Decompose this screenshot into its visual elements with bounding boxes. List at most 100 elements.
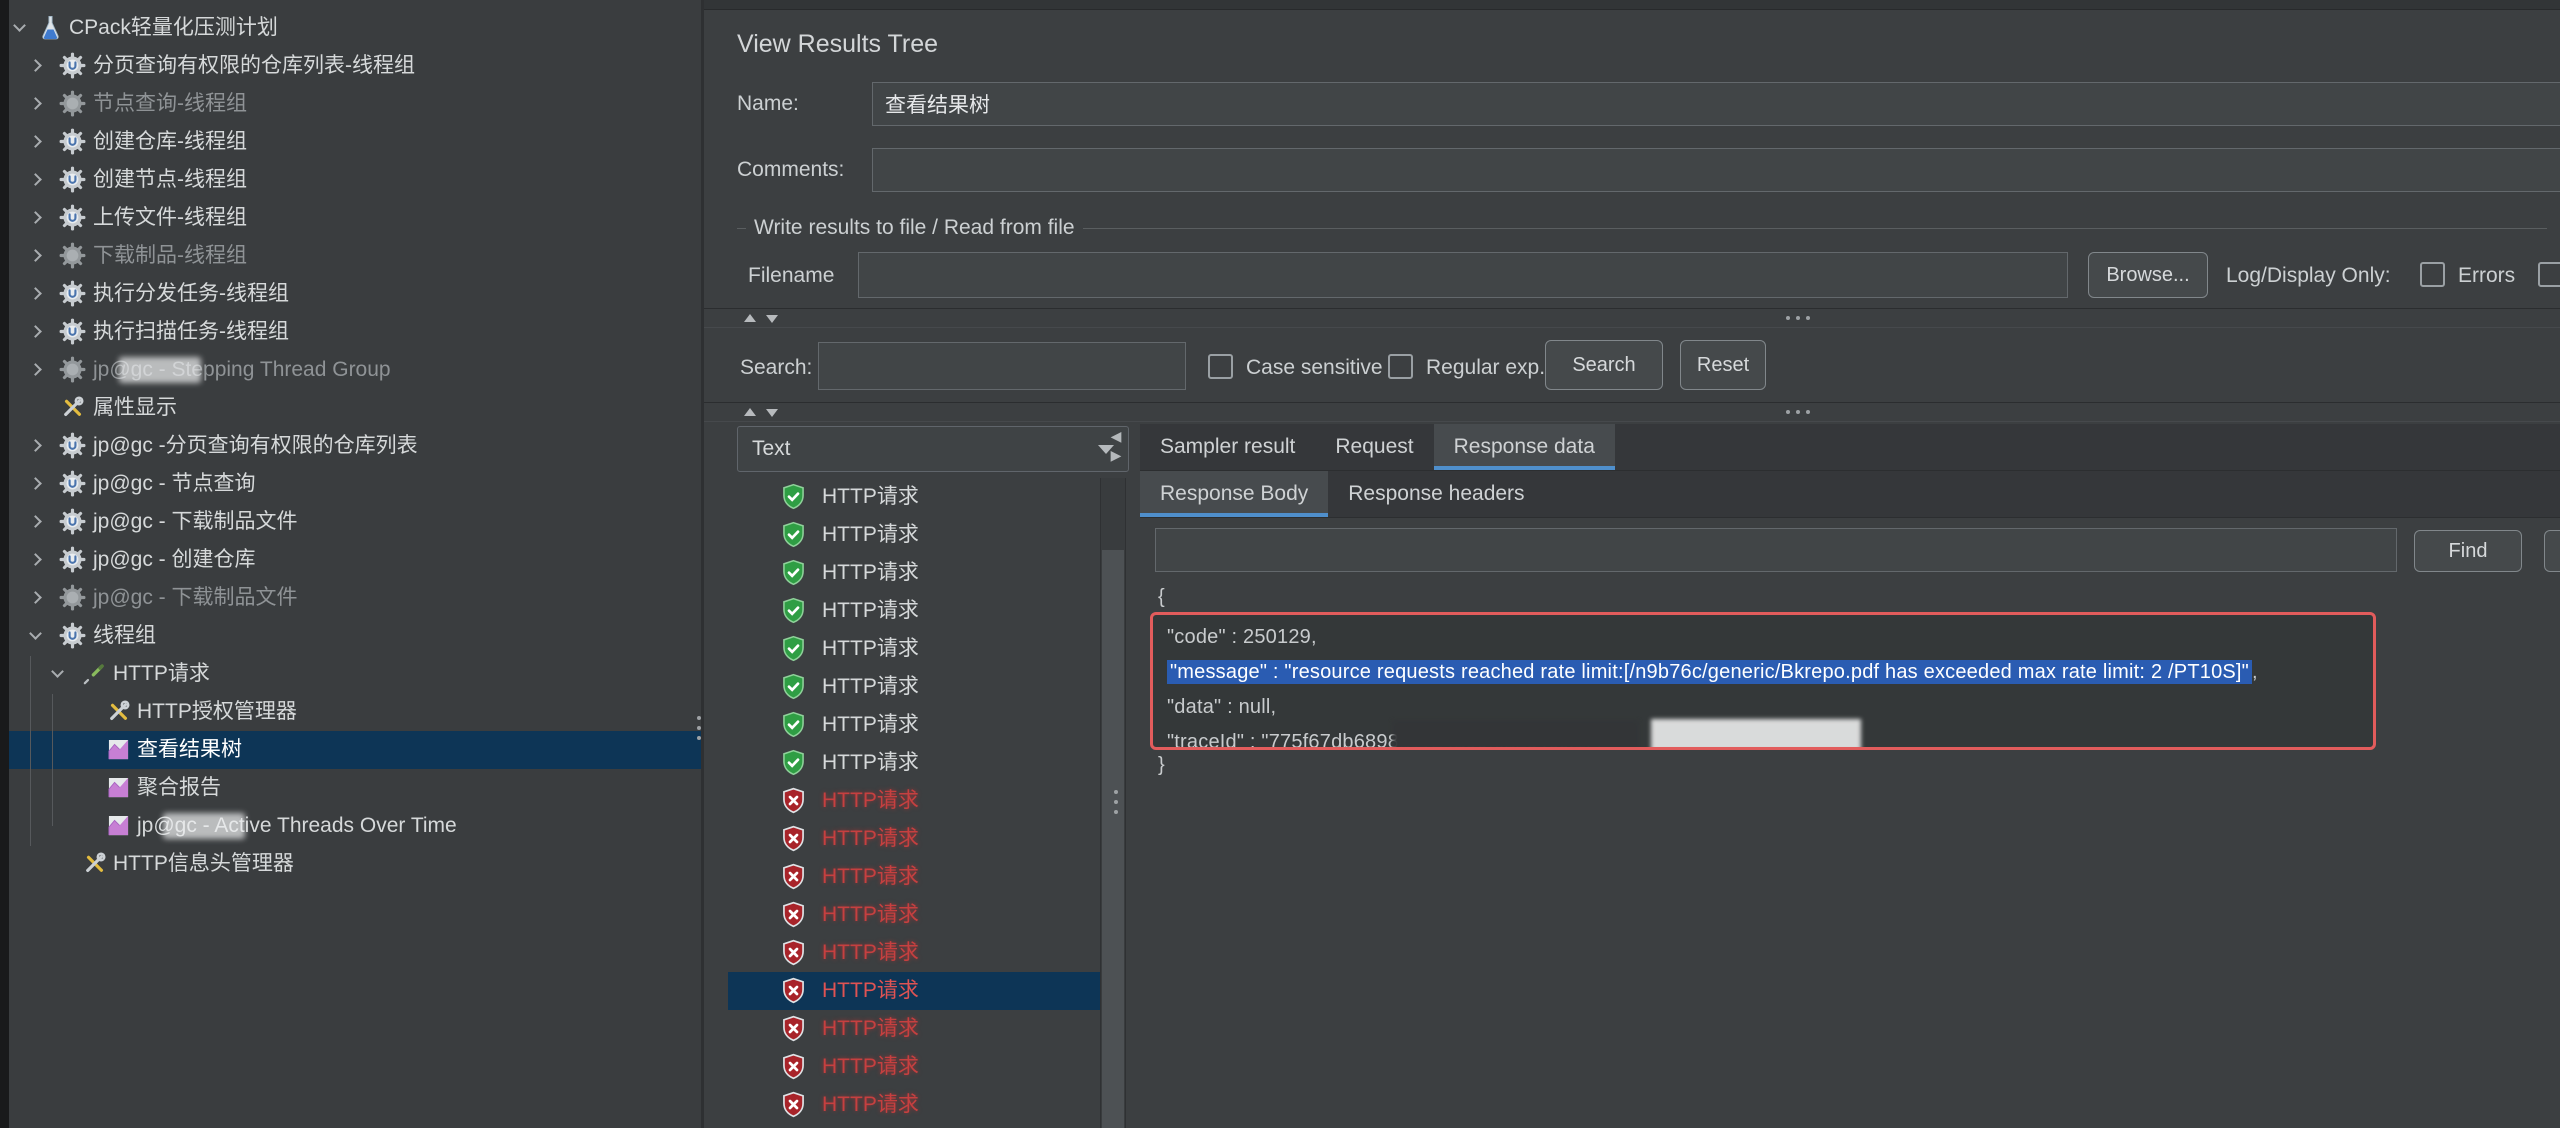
chevron-right-icon[interactable] — [29, 515, 42, 528]
tree-item[interactable]: 线程组 — [9, 617, 701, 655]
result-item-success[interactable]: HTTP请求 — [728, 706, 1100, 744]
result-item-success[interactable]: HTTP请求 — [728, 744, 1100, 782]
regular-exp-checkbox[interactable] — [1388, 354, 1413, 379]
panel-splitter-vertical[interactable] — [701, 0, 704, 1128]
tree-item[interactable]: CPack轻量化压测计划 — [9, 9, 701, 47]
result-item-error[interactable]: HTTP请求 — [728, 1086, 1100, 1124]
results-display-dropdown[interactable]: Text — [737, 426, 1129, 472]
tree-item[interactable]: jp@gc - Stepping Thread Group — [9, 351, 701, 389]
dropdown-value: Text — [752, 437, 791, 461]
result-item-error[interactable]: HTTP请求 — [728, 934, 1100, 972]
chevron-right-icon[interactable] — [29, 477, 42, 490]
result-item-success[interactable]: HTTP请求 — [728, 516, 1100, 554]
tree-item[interactable]: jp@gc - Active Threads Over Time — [9, 807, 701, 845]
result-item-success[interactable]: HTTP请求 — [728, 668, 1100, 706]
tree-item[interactable]: HTTP请求 — [9, 655, 701, 693]
chevron-right-icon[interactable] — [29, 249, 42, 262]
search-input[interactable] — [818, 342, 1186, 390]
chevron-right-icon[interactable] — [29, 553, 42, 566]
result-item-label: HTTP请求 — [822, 1016, 919, 1042]
result-item-success[interactable]: HTTP请求 — [728, 592, 1100, 630]
name-input[interactable] — [872, 82, 2560, 126]
result-item-error[interactable]: HTTP请求 — [728, 896, 1100, 934]
chevron-down-icon[interactable] — [51, 665, 64, 678]
chevron-right-icon[interactable] — [29, 59, 42, 72]
tree-item[interactable]: jp@gc - 下载制品文件 — [9, 579, 701, 617]
tree-item[interactable]: 执行扫描任务-线程组 — [9, 313, 701, 351]
errors-checkbox[interactable] — [2420, 262, 2445, 287]
tab-response-headers[interactable]: Response headers — [1328, 471, 1544, 517]
tree-item[interactable]: jp@gc - 节点查询 — [9, 465, 701, 503]
splitter-collapse-up-icon[interactable] — [744, 408, 756, 416]
gear-disabled-icon — [59, 584, 86, 611]
successes-checkbox-partial[interactable] — [2538, 262, 2560, 287]
tab-response-body[interactable]: Response Body — [1140, 471, 1328, 517]
chevron-right-icon[interactable] — [29, 135, 42, 148]
tree-item[interactable]: jp@gc - 下载制品文件 — [9, 503, 701, 541]
result-item-error[interactable]: HTTP请求 — [728, 1048, 1100, 1086]
tree-item[interactable]: 下载制品-线程组 — [9, 237, 701, 275]
splitter-collapse-down-icon[interactable] — [766, 409, 778, 417]
tab-sampler-result[interactable]: Sampler result — [1140, 424, 1315, 470]
splitter-handle-dots[interactable] — [1786, 410, 1810, 414]
splitter-collapse-up-icon[interactable] — [744, 314, 756, 322]
chevron-right-icon[interactable] — [29, 591, 42, 604]
result-item-error[interactable]: HTTP请求 — [728, 858, 1100, 896]
result-item-success[interactable]: HTTP请求 — [728, 478, 1100, 516]
tree-item[interactable]: jp@gc - 创建仓库 — [9, 541, 701, 579]
tree-item[interactable]: 节点查询-线程组 — [9, 85, 701, 123]
tree-item[interactable]: 聚合报告 — [9, 769, 701, 807]
splitter-collapse-down-icon[interactable] — [766, 315, 778, 323]
chevron-down-icon[interactable] — [13, 19, 26, 32]
result-item-error[interactable]: HTTP请求 — [728, 1124, 1100, 1128]
chevron-right-icon[interactable] — [29, 325, 42, 338]
result-item-success[interactable]: HTTP请求 — [728, 554, 1100, 592]
chart-icon — [105, 736, 132, 763]
result-item-success[interactable]: HTTP请求 — [728, 630, 1100, 668]
find-input[interactable] — [1155, 528, 2397, 572]
result-item-error[interactable]: HTTP请求 — [728, 820, 1100, 858]
search-button[interactable]: Search — [1545, 340, 1663, 390]
tree-item-label: 创建仓库-线程组 — [93, 129, 247, 155]
tree-item[interactable]: HTTP授权管理器 — [9, 693, 701, 731]
sampler-icon — [81, 660, 108, 687]
chevron-right-icon[interactable] — [29, 439, 42, 452]
browse-button[interactable]: Browse... — [2088, 252, 2208, 298]
comments-input[interactable] — [872, 148, 2560, 192]
find-next-button-partial[interactable] — [2544, 530, 2560, 572]
result-item-error[interactable]: HTTP请求 — [728, 972, 1100, 1010]
splitter-handle-dots[interactable] — [1114, 790, 1118, 814]
panel-collapse-arrows[interactable]: ◀ ▶ — [1104, 428, 1128, 464]
filename-input[interactable] — [858, 252, 2068, 298]
splitter-handle-dots[interactable] — [1786, 316, 1810, 320]
collapse-right-icon[interactable]: ▶ — [1111, 447, 1122, 464]
tree-item[interactable]: 属性显示 — [9, 389, 701, 427]
result-item-error[interactable]: HTTP请求 — [728, 782, 1100, 820]
result-item-error[interactable]: HTTP请求 — [728, 1010, 1100, 1048]
chevron-down-icon[interactable] — [29, 627, 42, 640]
tree-item[interactable]: 分页查询有权限的仓库列表-线程组 — [9, 47, 701, 85]
chevron-right-icon[interactable] — [29, 287, 42, 300]
results-scrollbar-thumb[interactable] — [1102, 550, 1124, 1128]
tree-item[interactable]: jp@gc -分页查询有权限的仓库列表 — [9, 427, 701, 465]
tree-item[interactable]: 创建仓库-线程组 — [9, 123, 701, 161]
chart-icon — [105, 812, 132, 839]
chevron-right-icon[interactable] — [29, 363, 42, 376]
find-button[interactable]: Find — [2414, 530, 2522, 572]
chevron-right-icon[interactable] — [29, 211, 42, 224]
case-sensitive-checkbox[interactable] — [1208, 354, 1233, 379]
tree-item[interactable]: 执行分发任务-线程组 — [9, 275, 701, 313]
reset-button[interactable]: Reset — [1680, 340, 1766, 390]
tree-item[interactable]: HTTP信息头管理器 — [9, 845, 701, 883]
tree-item[interactable]: 上传文件-线程组 — [9, 199, 701, 237]
tab-response-data[interactable]: Response data — [1434, 424, 1615, 470]
tree-item[interactable]: 查看结果树 — [9, 731, 701, 769]
tree-item[interactable]: 创建节点-线程组 — [9, 161, 701, 199]
horizontal-splitter-2[interactable] — [704, 402, 2560, 422]
splitter-handle-dots[interactable] — [697, 716, 701, 740]
chevron-right-icon[interactable] — [29, 173, 42, 186]
tab-request[interactable]: Request — [1315, 424, 1433, 470]
horizontal-splitter-1[interactable] — [704, 308, 2560, 328]
collapse-left-icon[interactable]: ◀ — [1111, 428, 1122, 445]
chevron-right-icon[interactable] — [29, 97, 42, 110]
